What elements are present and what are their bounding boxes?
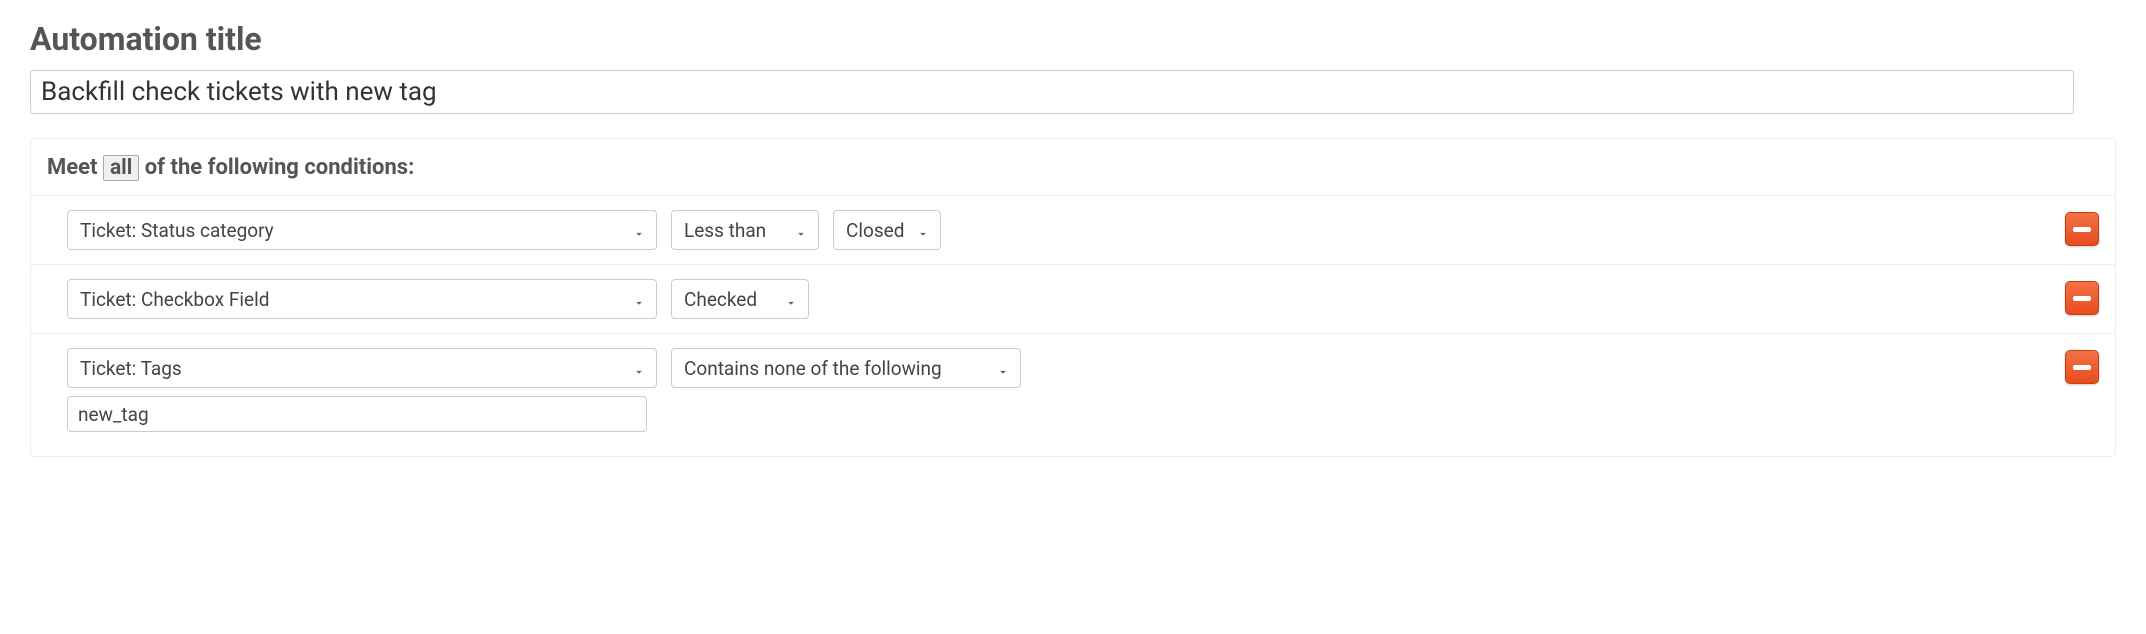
chevron-down-icon <box>784 292 798 306</box>
condition-operator-value: Less than <box>684 219 766 242</box>
chevron-down-icon <box>916 223 930 237</box>
condition-tag-input[interactable] <box>67 396 647 432</box>
conditions-header: Meet all of the following conditions: <box>47 155 2115 181</box>
automation-title-section: Automation title <box>30 20 2116 114</box>
automation-title-input[interactable] <box>30 70 2074 114</box>
chevron-down-icon <box>996 361 1010 375</box>
condition-fields: Ticket: Checkbox Field Checked <box>67 279 2051 319</box>
condition-row: Ticket: Status category Less than Closed <box>31 195 2115 264</box>
condition-field-value: Ticket: Checkbox Field <box>80 288 269 311</box>
condition-fields: Ticket: Tags Contains none of the follow… <box>67 348 2051 432</box>
remove-condition-button[interactable] <box>2065 212 2099 246</box>
chevron-down-icon <box>794 223 808 237</box>
condition-value-text: Closed <box>846 219 904 242</box>
minus-icon <box>2073 227 2091 232</box>
condition-fields: Ticket: Status category Less than Closed <box>67 210 2051 250</box>
condition-operator-value: Contains none of the following <box>684 357 942 380</box>
condition-operator-select[interactable]: Contains none of the following <box>671 348 1021 388</box>
automation-title-label: Automation title <box>30 20 2116 58</box>
condition-field-value: Ticket: Tags <box>80 357 182 380</box>
match-mode-toggle[interactable]: all <box>103 155 139 181</box>
chevron-down-icon <box>632 292 646 306</box>
minus-icon <box>2073 365 2091 370</box>
chevron-down-icon <box>632 361 646 375</box>
minus-icon <box>2073 296 2091 301</box>
conditions-panel: Meet all of the following conditions: Ti… <box>30 138 2116 457</box>
chevron-down-icon <box>632 223 646 237</box>
conditions-header-suffix: of the following conditions: <box>145 155 415 180</box>
conditions-header-prefix: Meet <box>47 155 97 180</box>
condition-row: Ticket: Tags Contains none of the follow… <box>31 333 2115 446</box>
condition-row: Ticket: Checkbox Field Checked <box>31 264 2115 333</box>
condition-value-select[interactable]: Closed <box>833 210 941 250</box>
condition-operator-select[interactable]: Less than <box>671 210 819 250</box>
remove-condition-button[interactable] <box>2065 281 2099 315</box>
condition-field-select[interactable]: Ticket: Tags <box>67 348 657 388</box>
condition-field-select[interactable]: Ticket: Status category <box>67 210 657 250</box>
condition-operator-value: Checked <box>684 288 757 311</box>
condition-field-value: Ticket: Status category <box>80 219 274 242</box>
condition-operator-select[interactable]: Checked <box>671 279 809 319</box>
condition-field-select[interactable]: Ticket: Checkbox Field <box>67 279 657 319</box>
remove-condition-button[interactable] <box>2065 350 2099 384</box>
